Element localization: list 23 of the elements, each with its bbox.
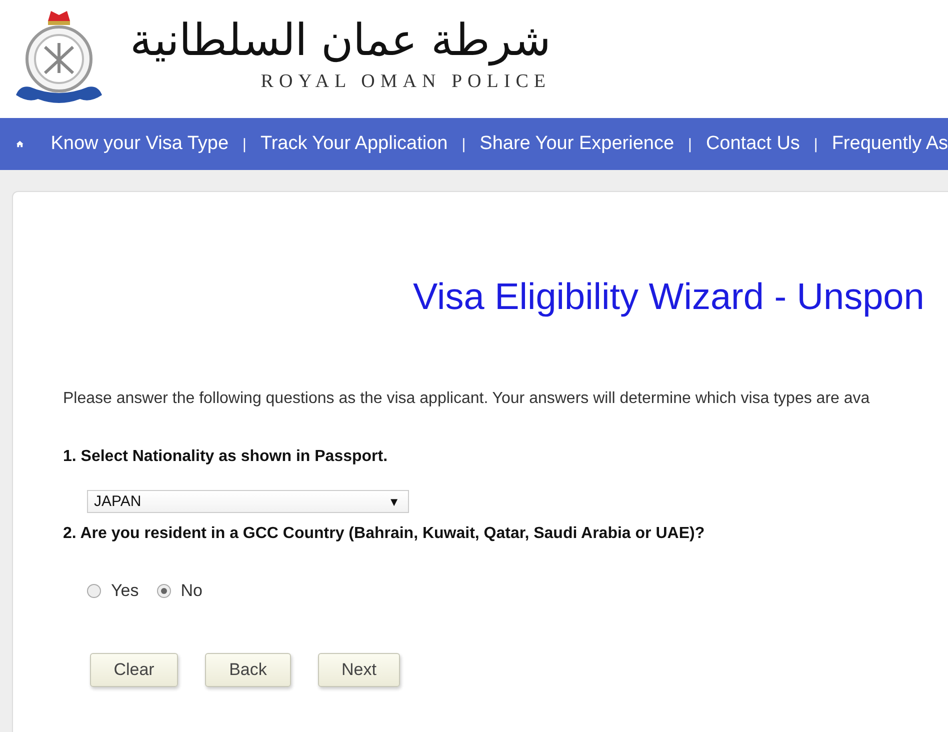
nav-separator: | xyxy=(688,136,692,152)
arabic-logo-text: شرطة عمان السلطانية xyxy=(130,16,551,66)
nav-separator: | xyxy=(462,136,466,152)
nav-link[interactable]: Know your Visa Type xyxy=(50,133,229,155)
wizard-button[interactable]: Back xyxy=(205,653,291,687)
nav-separator: | xyxy=(814,136,818,152)
nav-link[interactable]: Frequently As xyxy=(832,133,948,155)
radio-button[interactable] xyxy=(156,584,171,598)
nav-link[interactable]: Share Your Experience xyxy=(480,133,674,155)
intro-text: Please answer the following questions as the visa applicant. Your answers will determine which visa types are ava xyxy=(63,390,871,408)
question-label: 1. Select Nationality as shown in Passport. xyxy=(63,448,389,466)
wizard-button[interactable]: Next xyxy=(318,653,400,687)
page-title: Visa Eligibility Wizard - Unspon xyxy=(413,276,926,318)
nav-link[interactable]: Track Your Application xyxy=(260,133,448,155)
nav-link[interactable]: Contact Us xyxy=(706,133,800,155)
radio-label: Yes xyxy=(111,581,139,601)
nationality-select[interactable]: JAPAN ▼ xyxy=(87,490,409,513)
question-label: 2. Are you resident in a GCC Country (Bahrain, Kuwait, Qatar, Saudi Arabia or UAE)? xyxy=(63,525,706,543)
radio-label: No xyxy=(180,581,202,601)
logo-text: ROYAL OMAN POLICE xyxy=(260,71,551,94)
nav-separator: | xyxy=(242,136,246,152)
radio-button[interactable] xyxy=(87,584,101,598)
wizard-button[interactable]: Clear xyxy=(90,653,178,687)
